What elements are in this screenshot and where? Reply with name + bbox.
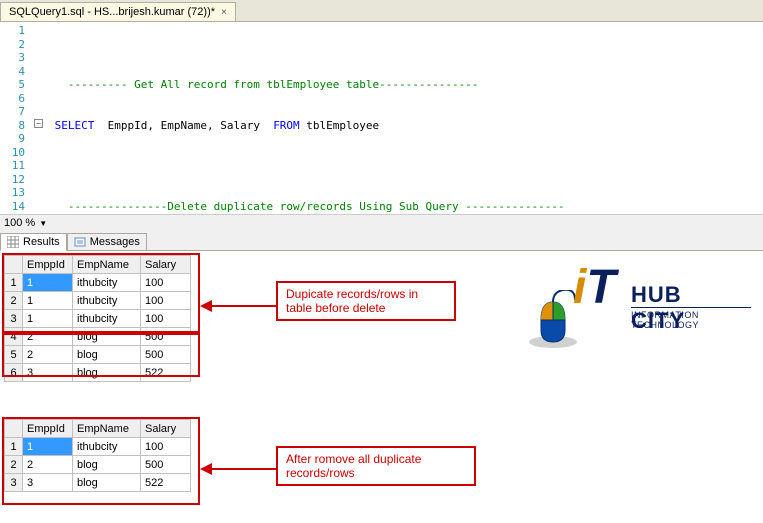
code-area[interactable]: --------- Get All record from tblEmploye…: [30, 22, 763, 214]
line-gutter: 1 2 3 4 5 6 7 8 9 10 11 12 13 14: [0, 22, 30, 214]
line-number: 11: [0, 159, 25, 173]
line-number: 3: [0, 51, 25, 65]
line-number: 12: [0, 173, 25, 187]
message-icon: [74, 236, 86, 248]
callout-text: After romove all duplicate records/rows: [286, 452, 421, 480]
callout-text: Dupicate records/rows in table before de…: [286, 287, 418, 315]
code-comment: --------- Get All record from tblEmploye…: [68, 78, 479, 91]
code-text: EmppId, EmpName, Salary: [94, 119, 273, 132]
line-number: 13: [0, 186, 25, 200]
line-number: 8: [0, 119, 25, 133]
results-tabstrip: Results Messages: [0, 231, 763, 251]
close-icon[interactable]: ×: [221, 7, 227, 18]
code-keyword: FROM: [273, 119, 300, 132]
line-number: 14: [0, 200, 25, 214]
line-number: 4: [0, 65, 25, 79]
callout-after: After romove all duplicate records/rows: [276, 446, 476, 486]
grid-icon: [7, 236, 19, 248]
zoom-bar: 100 % ▼: [0, 214, 763, 231]
line-number: 6: [0, 92, 25, 106]
annotation-box: [2, 253, 200, 333]
tab-results-label: Results: [23, 236, 60, 248]
tab-bar: SQLQuery1.sql - HS...brijesh.kumar (72))…: [0, 0, 763, 22]
zoom-level[interactable]: 100 %: [4, 217, 35, 229]
callout-before: Dupicate records/rows in table before de…: [276, 281, 456, 321]
code-comment: ---------------Delete duplicate row/reco…: [68, 200, 565, 213]
line-number: 5: [0, 78, 25, 92]
logo-divider: [631, 307, 751, 308]
logo-it: iT: [573, 260, 616, 315]
annotation-box: [2, 417, 200, 505]
code-text: tblEmployee: [300, 119, 379, 132]
tab-messages-label: Messages: [90, 236, 140, 248]
line-number: 2: [0, 38, 25, 52]
sql-editor[interactable]: 1 2 3 4 5 6 7 8 9 10 11 12 13 14 -------…: [0, 22, 763, 214]
arrow-icon: [200, 459, 276, 482]
file-tab-title: SQLQuery1.sql - HS...brijesh.kumar (72))…: [9, 6, 215, 18]
tab-messages[interactable]: Messages: [67, 233, 147, 251]
code-keyword: SELECT: [55, 119, 95, 132]
ithubcity-logo: iT HUB CITY INFORMATION TECHNOLOGY: [513, 260, 733, 370]
file-tab[interactable]: SQLQuery1.sql - HS...brijesh.kumar (72))…: [0, 2, 236, 21]
chevron-down-icon[interactable]: ▼: [39, 219, 47, 228]
annotation-box: [2, 333, 200, 377]
line-number: 9: [0, 132, 25, 146]
arrow-icon: [200, 296, 276, 319]
line-number: 1: [0, 24, 25, 38]
line-number: 10: [0, 146, 25, 160]
fold-icon[interactable]: −: [34, 119, 43, 128]
line-number: 7: [0, 105, 25, 119]
logo-subtitle: INFORMATION TECHNOLOGY: [631, 310, 733, 330]
tab-results[interactable]: Results: [0, 233, 67, 251]
